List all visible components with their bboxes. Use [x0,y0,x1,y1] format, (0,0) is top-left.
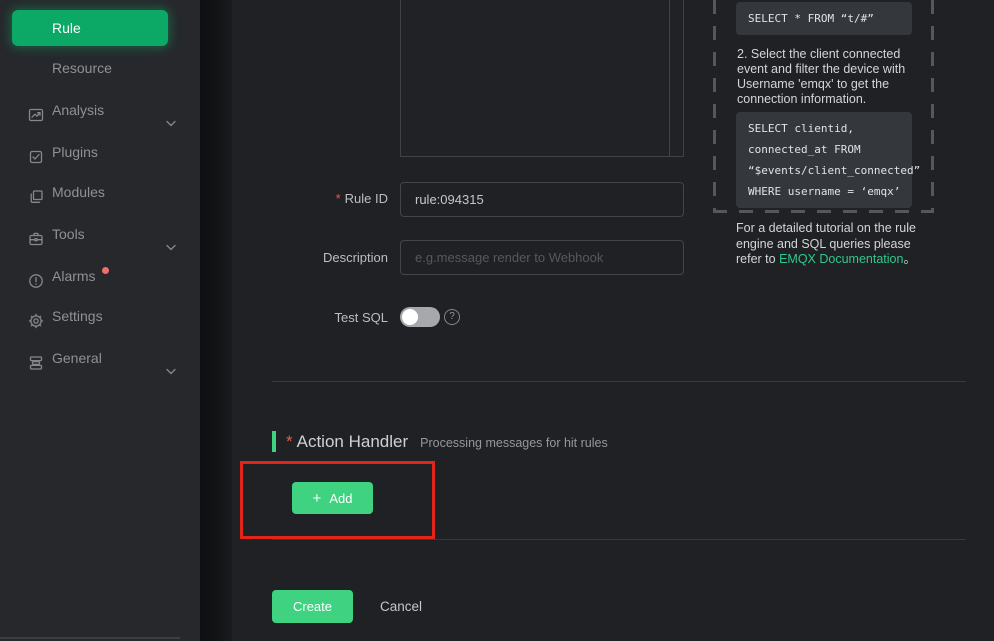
test-sql-label: Test SQL [232,310,388,325]
plus-icon: + [313,490,322,507]
alert-circle-icon [28,268,44,284]
help-panel-dashed-border-bottom [713,210,934,213]
required-marker: * [336,191,341,206]
sidebar-item-label: Settings [52,300,103,332]
emqx-dashboard: Rule Resource Analysis Plugins Modules [0,0,994,641]
sidebar-item-resource[interactable]: Resource [0,52,200,84]
chart-icon [28,102,44,118]
description-input[interactable] [400,240,684,275]
stack-icon [28,350,44,366]
code-line: WHERE username = ‘emqx’ [748,181,912,202]
chevron-down-icon [166,355,176,363]
sidebar-content-shadow [200,0,232,641]
rule-create-form: *Rule ID Description Test SQL ? *Action … [232,0,994,641]
emqx-documentation-link[interactable]: EMQX Documentation [779,252,903,266]
sql-editor-scrollbar[interactable] [669,0,670,156]
sidebar-item-plugins[interactable]: Plugins [0,136,200,168]
sql-example-basic: SELECT * FROM “t/#” [736,2,912,35]
sidebar-item-label: Plugins [52,136,98,168]
sidebar-item-label: Analysis [52,94,104,126]
help-panel-dashed-border-right [931,0,934,213]
section-accent-bar [272,431,276,452]
test-sql-toggle[interactable] [400,307,440,327]
help-panel-dashed-border-left [713,0,716,213]
sidebar-item-label: Modules [52,176,105,208]
add-action-button[interactable]: +Add [292,482,373,514]
alarm-badge [102,267,109,274]
sidebar-item-tools[interactable]: Tools [0,218,200,250]
toggle-knob [402,309,418,325]
sidebar-item-general[interactable]: General [0,342,200,374]
required-marker: * [286,432,293,451]
rule-id-input[interactable] [400,182,684,217]
description-label: Description [232,250,388,265]
action-handler-subtitle: Processing messages for hit rules [420,436,608,450]
chevron-down-icon [166,231,176,239]
sidebar-scrollbar[interactable] [0,637,180,639]
sidebar-item-label: Resource [52,52,112,84]
action-handler-title: *Action HandlerProcessing messages for h… [286,432,608,452]
footer-divider [272,539,966,540]
sidebar-item-label: Alarms [52,260,96,292]
sidebar-item-label: General [52,342,102,374]
sidebar-item-label: Rule [52,20,81,36]
code-line: “$events/client_connected” [748,160,912,181]
rule-id-label: *Rule ID [232,191,388,206]
checkbox-icon [28,144,44,160]
toolbox-icon [28,226,44,242]
sidebar-item-label: Tools [52,218,85,250]
sql-editor[interactable] [400,0,684,157]
chevron-down-icon [166,107,176,115]
sidebar-item-rule[interactable]: Rule [12,10,168,46]
code-line: connected_at FROM [748,139,912,160]
code-line: SELECT clientid, [748,118,912,139]
sidebar-item-modules[interactable]: Modules [0,176,200,208]
section-divider [272,381,966,382]
sidebar-item-alarms[interactable]: Alarms [0,260,200,292]
sidebar-item-settings[interactable]: Settings [0,300,200,332]
copy-icon [28,184,44,200]
sidebar: Rule Resource Analysis Plugins Modules [0,0,200,641]
help-question-icon[interactable]: ? [444,309,460,325]
tutorial-text: For a detailed tutorial on the rule engi… [736,221,924,268]
sidebar-item-analysis[interactable]: Analysis [0,94,200,126]
sql-example-client-connected: SELECT clientid, connected_at FROM “$eve… [736,112,912,208]
cancel-button[interactable]: Cancel [380,590,422,623]
gear-icon [28,308,44,324]
create-button[interactable]: Create [272,590,353,623]
help-tip-text: 2. Select the client connected event and… [737,47,919,107]
